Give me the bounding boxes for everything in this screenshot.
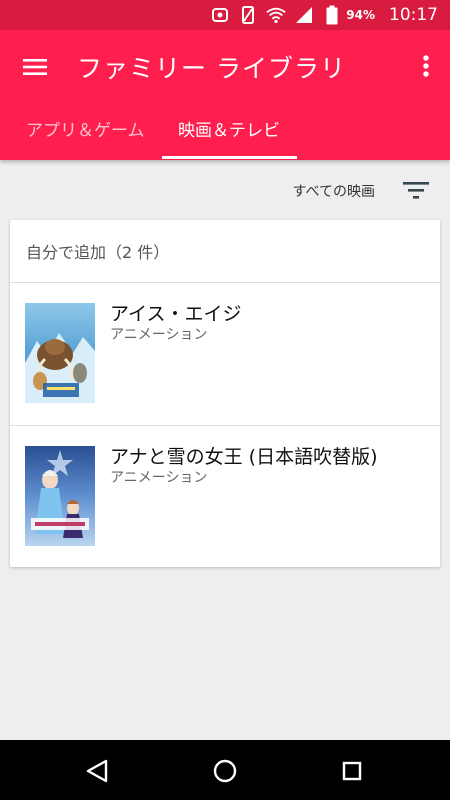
status-bar: 94% 10:17 [0, 0, 450, 30]
hamburger-icon [23, 59, 47, 75]
list-item[interactable]: アイス・エイジ アニメーション [10, 283, 440, 425]
home-button[interactable] [210, 756, 240, 786]
tab-apps-games[interactable]: アプリ＆ゲーム [26, 116, 145, 141]
cell-signal-icon [294, 5, 314, 25]
recent-apps-button[interactable] [337, 756, 367, 786]
movie-genre: アニメーション [110, 470, 208, 486]
list-item[interactable]: アナと雪の女王 (日本語吹替版) アニメーション [10, 425, 440, 567]
home-circle-icon [213, 759, 237, 783]
notification-icon [210, 5, 230, 25]
section-header: 自分で追加（2 件） [10, 220, 440, 283]
battery-icon [322, 5, 342, 25]
movie-title: アナと雪の女王 (日本語吹替版) [110, 446, 378, 468]
app-bar: ファミリー ライブラリ アプリ＆ゲーム 映画＆テレビ [0, 30, 450, 160]
filter-label[interactable]: すべての映画 [293, 181, 375, 201]
page-title: ファミリー ライブラリ [77, 54, 346, 83]
menu-button[interactable] [20, 52, 50, 82]
wifi-icon [266, 5, 286, 25]
battery-percent: 94% [346, 8, 375, 22]
tab-movies-tv[interactable]: 映画＆テレビ [178, 116, 280, 141]
library-card: 自分で追加（2 件） アイス・エイジ アニメーション アナと雪の女王 (日本語吹… [10, 220, 440, 567]
movie-poster [25, 446, 95, 546]
movie-title: アイス・エイジ [110, 303, 242, 325]
more-vert-icon [423, 55, 429, 77]
filter-row: すべての映画 [0, 160, 450, 220]
recent-square-icon [342, 761, 362, 781]
movie-genre: アニメーション [110, 327, 208, 343]
movie-poster [25, 303, 95, 403]
clock: 10:17 [389, 5, 438, 25]
navigation-bar [0, 740, 450, 800]
back-button[interactable] [82, 756, 112, 786]
back-triangle-icon [86, 759, 108, 783]
tab-indicator [162, 156, 297, 159]
filter-button[interactable] [402, 178, 430, 202]
vibrate-icon [238, 5, 258, 25]
filter-list-icon [403, 182, 429, 199]
more-options-button[interactable] [414, 50, 438, 82]
